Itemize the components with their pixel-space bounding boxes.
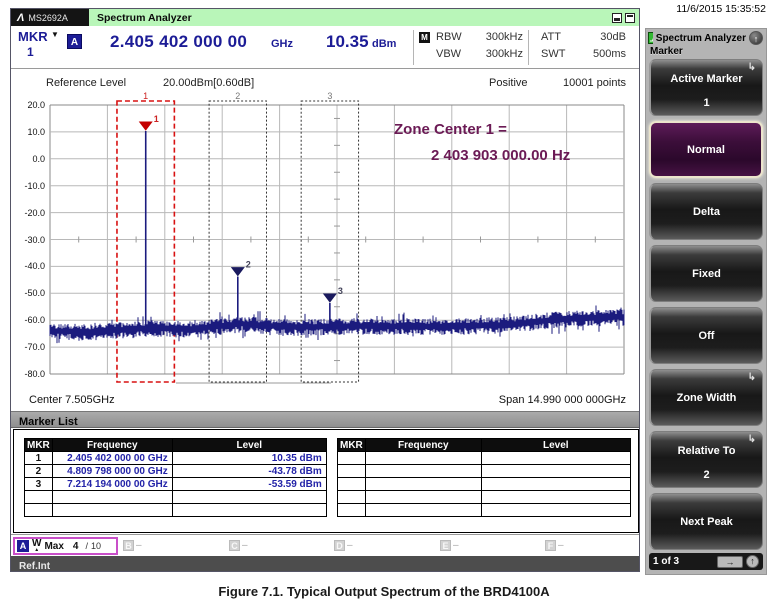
softkey-normal[interactable]: Normal: [649, 121, 763, 178]
marker-column-header: Level: [480, 438, 631, 452]
marker-row: [337, 451, 631, 465]
marker-list-titlebar: Marker List: [11, 411, 639, 428]
y-tick-label: 0.0: [32, 153, 45, 164]
spectrum-analyzer-icon: [648, 32, 653, 44]
softkey-value: 2: [703, 469, 710, 481]
y-tick-label: -60.0: [24, 315, 45, 326]
marker-row: [24, 503, 327, 517]
next-page-icon[interactable]: →: [717, 555, 743, 568]
analyzer-window: Λ MS2692A Spectrum Analyzer MKR ▼ 1 A 2.…: [10, 8, 640, 572]
trace-a-badge: A: [17, 540, 29, 552]
softkey-relative-to[interactable]: ↳ Relative To 2: [649, 431, 763, 488]
trace-f-slot[interactable]: F –: [545, 540, 564, 551]
y-tick-label: -80.0: [24, 369, 45, 379]
submenu-arrow-icon: ↳: [747, 62, 756, 73]
y-tick-label: 20.0: [27, 100, 45, 110]
marker-row: [337, 477, 631, 491]
marker-row: [337, 490, 631, 504]
span-label: Span 14.990 000 000GHz: [498, 394, 626, 406]
softkey-off[interactable]: Off: [649, 307, 763, 364]
svg-text:1: 1: [154, 114, 159, 124]
svg-text:3: 3: [338, 286, 343, 296]
marker-column-header: MKR: [337, 438, 366, 452]
y-tick-label: -50.0: [24, 288, 45, 299]
trace-c-slot[interactable]: C –: [229, 540, 248, 551]
svg-text:3: 3: [327, 91, 332, 101]
marker-row: 2 4.809 798 000 00 GHz -43.78 dBm: [24, 464, 327, 478]
trace-write-mode: W ▲: [32, 537, 42, 553]
marker-row: [337, 464, 631, 478]
marker-table-left: MKR Frequency Level 1 2.405 402 000 00 GHz 10…: [24, 438, 327, 517]
submenu-arrow-icon: ↳: [747, 434, 756, 445]
marker-column-header: Frequency: [364, 438, 482, 452]
y-tick-label: 10.0: [27, 126, 45, 137]
y-tick-label: -10.0: [24, 180, 45, 191]
y-tick-label: -70.0: [24, 342, 45, 353]
marker-row: [337, 503, 631, 517]
y-tick-label: -40.0: [24, 261, 45, 272]
figure-caption: Figure 7.1. Typical Output Spectrum of t…: [218, 584, 550, 599]
center-frequency-label: Center 7.505GHz: [29, 394, 115, 406]
marker-list-panel: MKR Frequency Level 1 2.405 402 000 00 GHz 10…: [13, 429, 639, 533]
marker-column-header: Level: [171, 438, 327, 452]
zone-center-annotation-line1: Zone Center 1 =: [394, 121, 507, 138]
datetime: 11/6/2015 15:35:52: [676, 3, 766, 15]
softkey-panel-header: Spectrum Analyzer ↑: [646, 29, 766, 46]
reference-source: Ref.Int: [19, 561, 51, 572]
page-indicator: 1 of 3: [653, 556, 680, 567]
sweep-count: 4: [72, 540, 79, 552]
trace-d-slot[interactable]: D –: [334, 540, 353, 551]
submenu-arrow-icon: ↳: [747, 372, 756, 383]
marker-table-right: MKR Frequency Level: [337, 438, 631, 517]
zone-center-annotation-line2: 2 403 903 000.00 Hz: [431, 147, 571, 164]
marker-column-header: MKR: [24, 438, 53, 452]
svg-text:2: 2: [235, 91, 240, 101]
trace-detection: Max: [44, 540, 64, 552]
trace-e-slot[interactable]: E –: [440, 540, 459, 551]
svg-text:2: 2: [246, 260, 251, 270]
marker-list-title: Marker List: [19, 416, 78, 428]
softkey-value: 1: [703, 97, 710, 109]
softkey-delta[interactable]: Delta: [649, 183, 763, 240]
softkey-zone-width[interactable]: ↳ Zone Width: [649, 369, 763, 426]
sweep-total: 10: [90, 541, 101, 551]
softkey-page-nav: 1 of 3 → ↑: [649, 553, 763, 570]
softkey-section-label: Marker: [650, 46, 683, 57]
softkey-panel-title: Spectrum Analyzer: [655, 32, 746, 44]
y-tick-label: -20.0: [24, 207, 45, 218]
softkey-next-peak[interactable]: Next Peak: [649, 493, 763, 550]
trace-a-status[interactable]: A W ▲ Max 4 / 10: [13, 537, 118, 555]
write-arrow-icon: ▲: [34, 546, 40, 553]
trace-b-slot[interactable]: B –: [123, 540, 142, 551]
softkey-active-marker[interactable]: ↳ Active Marker 1: [649, 59, 763, 116]
marker-row: [24, 490, 327, 504]
softkey-buttons: ↳ Active Marker 1 Normal Delta Fixed Off ↳ Zone …: [646, 59, 766, 550]
marker-row: 1 2.405 402 000 00 GHz 10.35 dBm: [24, 451, 327, 465]
panel-up-icon[interactable]: ↑: [749, 31, 763, 45]
marker-column-header: Frequency: [51, 438, 173, 452]
y-tick-label: -30.0: [24, 234, 45, 245]
softkey-fixed[interactable]: Fixed: [649, 245, 763, 302]
svg-text:1: 1: [143, 91, 148, 101]
status-bar: Ref.Int: [11, 556, 639, 572]
menu-up-icon[interactable]: ↑: [746, 555, 759, 568]
trace-status-bar: A W ▲ Max 4 / 10 B – C – D – E – F –: [11, 534, 639, 556]
softkey-panel: Spectrum Analyzer ↑ Marker ↳ Active Marke…: [645, 28, 767, 575]
marker-row: 3 7.214 194 000 00 GHz -53.59 dBm: [24, 477, 327, 491]
